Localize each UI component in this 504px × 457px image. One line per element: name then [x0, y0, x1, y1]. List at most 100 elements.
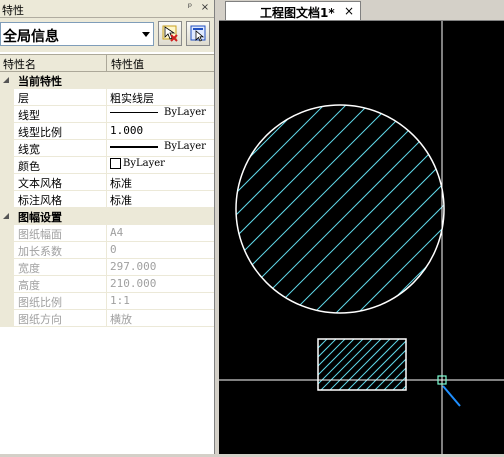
property-row-text-style[interactable]: 文本风格 标准	[0, 174, 214, 191]
property-value[interactable]: 标准	[110, 175, 132, 191]
linetype-sample	[110, 112, 158, 113]
property-row-lineweight[interactable]: 线宽 ByLayer	[0, 140, 214, 157]
property-value[interactable]: 粗实线层	[110, 90, 154, 106]
property-name: 标注风格	[18, 194, 62, 207]
property-name: 层	[18, 92, 29, 105]
hatch-line	[236, 105, 347, 313]
property-value-linetype[interactable]: ByLayer	[110, 107, 206, 118]
hatched-circle[interactable]	[235, 104, 445, 314]
property-row-extension-factor: 加长系数 0	[0, 242, 214, 259]
row-gutter	[0, 174, 14, 190]
property-name: 加长系数	[18, 245, 62, 258]
property-value: 0	[110, 243, 117, 256]
property-value[interactable]: 1.000	[110, 124, 143, 137]
column-divider	[106, 191, 107, 207]
chevron-down-icon[interactable]	[142, 32, 150, 37]
panel-toolbar: 全局信息	[0, 18, 214, 52]
object-selector-dropdown[interactable]: 全局信息	[0, 22, 154, 46]
property-name: 线型比例	[18, 126, 62, 139]
header-divider	[106, 55, 107, 71]
hatch-line	[401, 385, 406, 390]
column-divider	[106, 106, 107, 122]
property-name: 图纸方向	[18, 313, 62, 326]
category-sheet-settings[interactable]: 图幅设置	[0, 208, 214, 225]
row-gutter	[0, 259, 14, 275]
properties-panel: 特性 ᵖ × 全局信息 特性名 特性值 当前特性 层 粗实线层 线型 ByLay…	[0, 0, 215, 454]
property-row-sheet-size: 图纸幅面 A4	[0, 225, 214, 242]
circle-hatch	[236, 105, 504, 313]
property-value-color[interactable]: ByLayer	[110, 158, 165, 169]
category-label: 图幅设置	[18, 211, 62, 224]
select-objects-button[interactable]	[158, 21, 182, 46]
lineweight-value: ByLayer	[164, 141, 206, 152]
column-divider	[106, 276, 107, 292]
property-row-color[interactable]: 颜色 ByLayer	[0, 157, 214, 174]
property-row-layer[interactable]: 层 粗实线层	[0, 89, 214, 106]
quick-select-icon	[190, 25, 206, 42]
property-row-dimension-style[interactable]: 标注风格 标准	[0, 191, 214, 208]
document-tab[interactable]: 工程图文档1* ×	[225, 1, 361, 20]
object-selector-value: 全局信息	[3, 29, 59, 45]
document-tab-label: 工程图文档1*	[260, 6, 335, 20]
property-name: 高度	[18, 279, 40, 292]
header-property-value: 特性值	[111, 58, 144, 71]
hatch-line	[490, 105, 504, 313]
property-row-linetype[interactable]: 线型 ByLayer	[0, 106, 214, 123]
color-swatch	[110, 158, 121, 169]
column-divider	[106, 293, 107, 309]
column-divider	[106, 89, 107, 105]
property-name: 线宽	[18, 143, 40, 156]
category-current-properties[interactable]: 当前特性	[0, 72, 214, 89]
panel-close-icon[interactable]: ×	[199, 2, 211, 14]
property-name: 文本风格	[18, 177, 62, 190]
collapse-icon[interactable]	[3, 213, 9, 219]
property-row-width: 宽度 297.000	[0, 259, 214, 276]
row-gutter	[0, 225, 14, 241]
property-value-lineweight[interactable]: ByLayer	[110, 141, 206, 152]
hatch-line	[456, 339, 504, 390]
column-divider	[106, 225, 107, 241]
property-row-height: 高度 210.000	[0, 276, 214, 293]
property-value: 横放	[110, 313, 132, 326]
row-gutter	[0, 191, 14, 207]
hatched-rectangle[interactable]	[317, 338, 407, 391]
hatch-line	[318, 339, 319, 340]
select-objects-icon	[162, 25, 178, 42]
hatch-line	[411, 339, 462, 390]
column-divider	[106, 174, 107, 190]
hatch-line	[291, 105, 444, 313]
property-value: A4	[110, 226, 124, 239]
collapse-icon[interactable]	[3, 77, 9, 83]
column-divider	[106, 242, 107, 258]
property-value[interactable]: 标准	[110, 192, 132, 208]
row-gutter	[0, 242, 14, 258]
hatch-line	[468, 105, 504, 313]
lineweight-sample	[110, 145, 158, 148]
hatch-line	[236, 105, 303, 313]
property-name: 图纸幅面	[18, 228, 62, 241]
pin-icon[interactable]: ᵖ	[184, 2, 196, 14]
column-divider	[106, 140, 107, 156]
drawing-canvas[interactable]	[219, 21, 504, 454]
property-row-linetype-scale[interactable]: 线型比例 1.000	[0, 123, 214, 140]
property-grid: 当前特性 层 粗实线层 线型 ByLayer 线型比例 1.000 线宽 ByL…	[0, 72, 214, 327]
property-value: 297.000	[110, 260, 157, 273]
hatch-line	[423, 105, 444, 313]
hatch-line	[313, 105, 444, 313]
panel-title-bar: 特性 ᵖ ×	[0, 0, 214, 18]
property-name: 图纸比例	[18, 296, 62, 309]
panel-title: 特性	[2, 4, 24, 17]
drawing-svg	[219, 21, 504, 454]
property-row-sheet-orientation: 图纸方向 横放	[0, 310, 214, 327]
row-gutter	[0, 310, 14, 326]
hatch-line	[357, 105, 444, 313]
hatch-line	[247, 105, 444, 313]
property-name: 颜色	[18, 160, 40, 173]
row-gutter	[0, 293, 14, 309]
row-gutter	[0, 89, 14, 105]
tab-close-icon[interactable]: ×	[344, 4, 354, 18]
quick-select-button[interactable]	[186, 21, 210, 46]
hatch-line	[446, 105, 504, 313]
rectangle-hatch	[318, 339, 504, 390]
row-gutter	[0, 140, 14, 156]
